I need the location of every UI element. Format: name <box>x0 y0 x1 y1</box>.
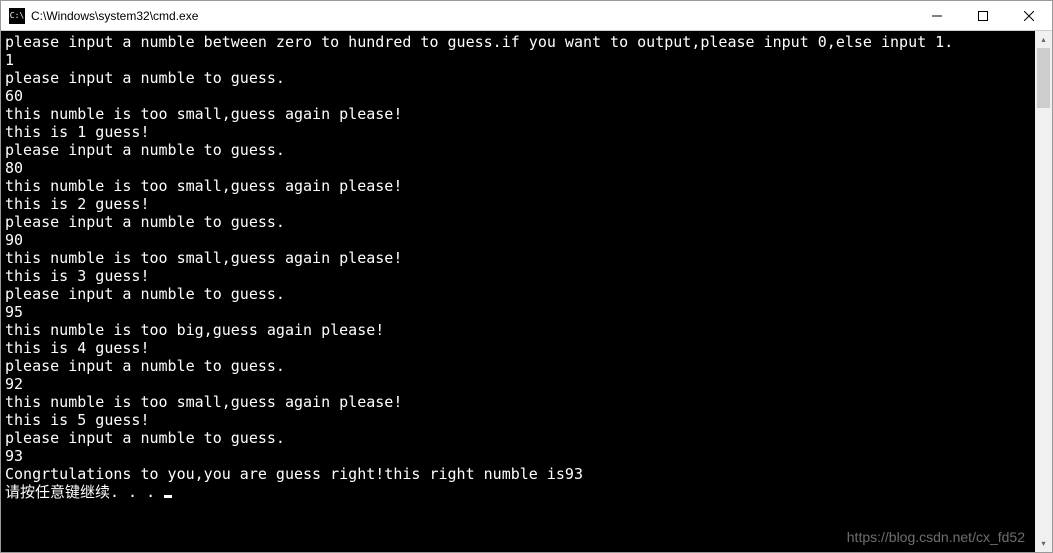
scrollbar-up-arrow[interactable]: ▴ <box>1035 31 1052 48</box>
window-controls <box>914 1 1052 30</box>
app-icon: C:\ <box>9 8 25 24</box>
scrollbar-down-arrow[interactable]: ▾ <box>1035 535 1052 552</box>
vertical-scrollbar[interactable]: ▴ ▾ <box>1035 31 1052 552</box>
window-title: C:\Windows\system32\cmd.exe <box>31 9 914 23</box>
close-icon <box>1024 11 1034 21</box>
minimize-icon <box>932 11 942 21</box>
console-output[interactable]: please input a numble between zero to hu… <box>1 31 1035 552</box>
app-icon-label: C:\ <box>10 11 24 20</box>
scrollbar-track[interactable] <box>1035 48 1052 535</box>
scrollbar-thumb[interactable] <box>1037 48 1050 108</box>
console-body: please input a numble between zero to hu… <box>1 31 1052 552</box>
minimize-button[interactable] <box>914 1 960 30</box>
maximize-button[interactable] <box>960 1 1006 30</box>
maximize-icon <box>978 11 988 21</box>
cmd-window: C:\ C:\Windows\system32\cmd.exe please i… <box>0 0 1053 553</box>
close-button[interactable] <box>1006 1 1052 30</box>
cursor <box>164 495 172 498</box>
titlebar[interactable]: C:\ C:\Windows\system32\cmd.exe <box>1 1 1052 31</box>
